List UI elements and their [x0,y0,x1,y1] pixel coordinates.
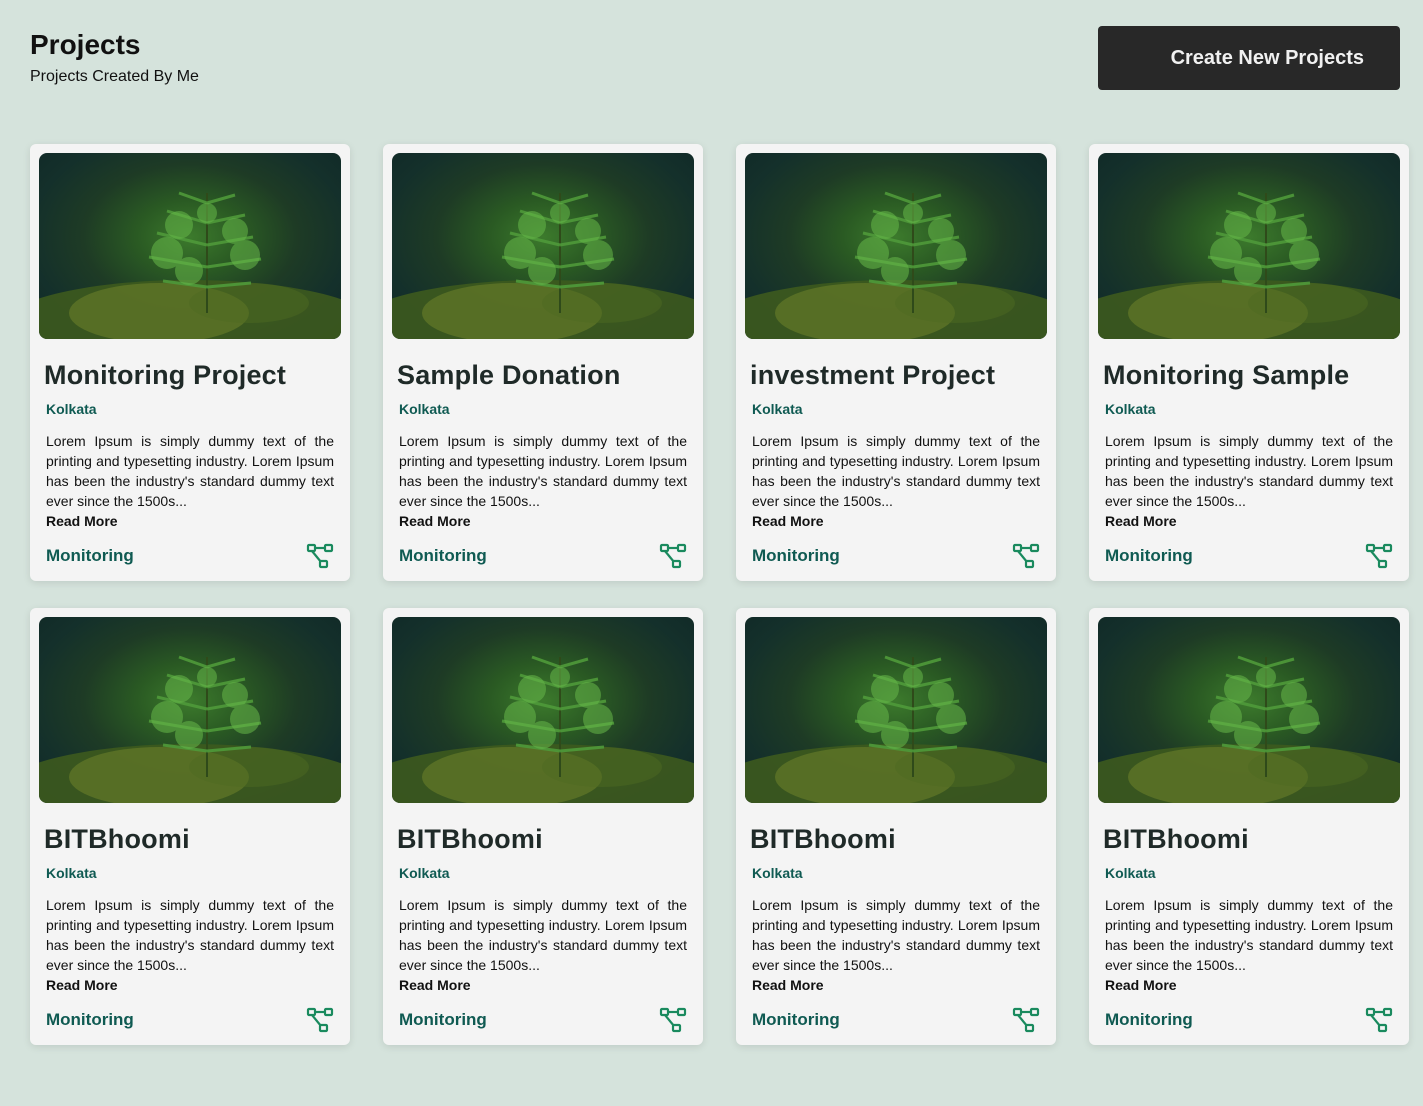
project-description: Lorem Ipsum is simply dummy text of the … [752,433,1040,509]
read-more-link[interactable]: Read More [399,511,695,531]
project-category: Monitoring [1105,546,1193,565]
project-category: Monitoring [46,1010,134,1029]
project-title: BITBhoomi [1103,824,1249,854]
page-title: Projects [30,29,141,60]
project-card[interactable]: BITBhoomi Kolkata Lorem Ipsum is simply … [1089,608,1409,1045]
project-image [745,617,1047,803]
project-description: Lorem Ipsum is simply dummy text of the … [46,433,334,509]
read-more-link[interactable]: Read More [46,511,342,531]
project-location: Kolkata [1105,401,1156,417]
card-footer: Monitoring [46,543,334,569]
project-description: Lorem Ipsum is simply dummy text of the … [46,897,334,973]
card-footer: Monitoring [46,1007,334,1033]
project-card[interactable]: BITBhoomi Kolkata Lorem Ipsum is simply … [383,608,703,1045]
page-header: Projects Projects Created By Me [30,28,199,86]
card-footer: Monitoring [752,543,1040,569]
read-more-link[interactable]: Read More [1105,511,1401,531]
page-subtitle: Projects Created By Me [30,68,199,85]
network-graph-icon[interactable] [1012,1007,1040,1033]
project-card[interactable]: BITBhoomi Kolkata Lorem Ipsum is simply … [30,608,350,1045]
project-category: Monitoring [752,1010,840,1029]
project-location: Kolkata [752,865,803,881]
project-title: BITBhoomi [750,824,896,854]
network-graph-icon[interactable] [306,1007,334,1033]
card-footer: Monitoring [1105,543,1393,569]
project-location: Kolkata [1105,865,1156,881]
read-more-link[interactable]: Read More [752,511,1048,531]
project-title: BITBhoomi [397,824,543,854]
network-graph-icon[interactable] [1365,1007,1393,1033]
project-category: Monitoring [752,546,840,565]
card-footer: Monitoring [399,543,687,569]
project-category: Monitoring [399,1010,487,1029]
project-location: Kolkata [46,401,97,417]
project-description: Lorem Ipsum is simply dummy text of the … [399,897,687,973]
project-location: Kolkata [46,865,97,881]
project-image [1098,153,1400,339]
network-graph-icon[interactable] [1365,543,1393,569]
read-more-link[interactable]: Read More [752,975,1048,995]
project-location: Kolkata [399,401,450,417]
project-title: Monitoring Project [44,360,287,390]
project-image [39,617,341,803]
network-graph-icon[interactable] [1012,543,1040,569]
card-footer: Monitoring [1105,1007,1393,1033]
project-title: Sample Donation [397,360,621,390]
project-image [39,153,341,339]
project-card[interactable]: Monitoring Project Kolkata Lorem Ipsum i… [30,144,350,581]
project-location: Kolkata [399,865,450,881]
project-card[interactable]: BITBhoomi Kolkata Lorem Ipsum is simply … [736,608,1056,1045]
project-image [392,153,694,339]
project-image [1098,617,1400,803]
project-title: Monitoring Sample [1103,360,1350,390]
project-category: Monitoring [1105,1010,1193,1029]
card-footer: Monitoring [399,1007,687,1033]
network-graph-icon[interactable] [659,1007,687,1033]
read-more-link[interactable]: Read More [1105,975,1401,995]
project-description: Lorem Ipsum is simply dummy text of the … [1105,433,1393,509]
project-card[interactable]: Sample Donation Kolkata Lorem Ipsum is s… [383,144,703,581]
project-title: investment Project [750,360,996,390]
project-card[interactable]: investment Project Kolkata Lorem Ipsum i… [736,144,1056,581]
create-new-projects-button[interactable]: Create New Projects [1098,26,1400,90]
project-description: Lorem Ipsum is simply dummy text of the … [399,433,687,509]
network-graph-icon[interactable] [659,543,687,569]
project-image [392,617,694,803]
card-footer: Monitoring [752,1007,1040,1033]
network-graph-icon[interactable] [306,543,334,569]
read-more-link[interactable]: Read More [399,975,695,995]
project-category: Monitoring [46,546,134,565]
project-category: Monitoring [399,546,487,565]
project-card[interactable]: Monitoring Sample Kolkata Lorem Ipsum is… [1089,144,1409,581]
project-description: Lorem Ipsum is simply dummy text of the … [752,897,1040,973]
project-title: BITBhoomi [44,824,190,854]
project-description: Lorem Ipsum is simply dummy text of the … [1105,897,1393,973]
project-image [745,153,1047,339]
project-location: Kolkata [752,401,803,417]
projects-grid: Monitoring Project Kolkata Lorem Ipsum i… [30,144,1409,1045]
read-more-link[interactable]: Read More [46,975,342,995]
